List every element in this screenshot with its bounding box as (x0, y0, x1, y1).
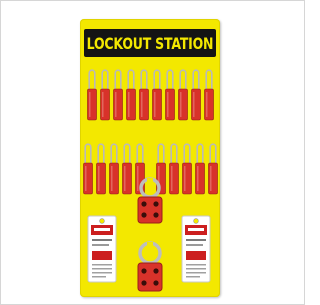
lockout-hasp-top (132, 177, 168, 230)
padlock-icon (168, 139, 179, 195)
padlock-icon (177, 65, 188, 121)
padlock-icon (112, 65, 123, 121)
padlock-icon (121, 139, 132, 195)
lockout-station-board: LOCKOUT STATION (80, 19, 220, 297)
padlock-icon (95, 139, 106, 195)
padlock-icon (181, 139, 192, 195)
station-title: LOCKOUT STATION (86, 33, 214, 53)
station-header: LOCKOUT STATION (84, 29, 216, 57)
padlock-icon (151, 65, 162, 121)
padlock-icon (190, 65, 201, 121)
danger-tag-right (181, 215, 211, 290)
padlock-icon (99, 65, 110, 121)
danger-tag-left (87, 215, 117, 290)
lockout-hasp-bottom (132, 241, 168, 300)
padlock-icon (194, 139, 205, 195)
padlock-row-top (85, 65, 215, 125)
padlock-icon (138, 65, 149, 121)
padlock-icon (207, 139, 218, 195)
padlock-icon (82, 139, 93, 195)
padlock-icon (86, 65, 97, 121)
padlock-icon (125, 65, 136, 121)
padlock-icon (108, 139, 119, 195)
padlock-icon (203, 65, 214, 121)
image-frame: LOCKOUT STATION (0, 0, 305, 305)
padlock-icon (164, 65, 175, 121)
